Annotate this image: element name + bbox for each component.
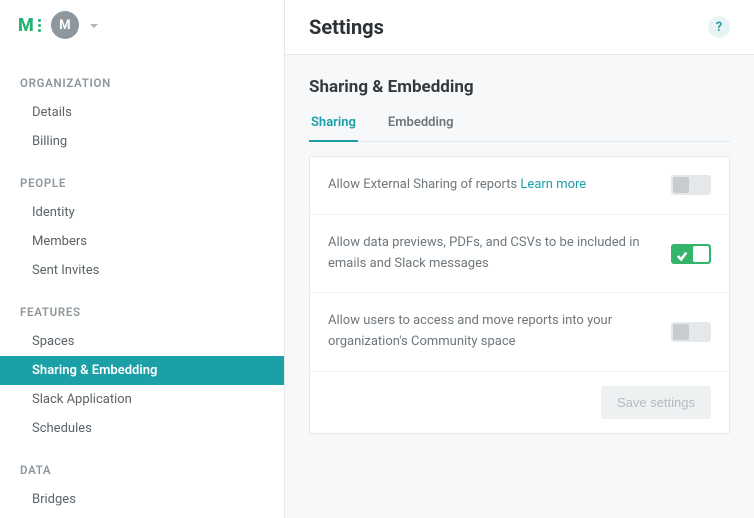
sidebar-item-sent-invites[interactable]: Sent Invites: [0, 256, 284, 285]
sidebar: M M ORGANIZATIONDetailsBilling PEOPLEIden…: [0, 0, 285, 518]
sidebar-item-data-sources[interactable]: Data Sources: [0, 514, 284, 518]
setting-community-space-toggle[interactable]: [671, 322, 711, 342]
toggle-knob: [673, 177, 689, 193]
app-logo[interactable]: M: [18, 15, 41, 36]
tabs: Sharing Embedding: [309, 115, 730, 142]
org-avatar[interactable]: M: [51, 11, 79, 39]
tab-sharing[interactable]: Sharing: [309, 115, 358, 142]
sidebar-item-schedules[interactable]: Schedules: [0, 414, 284, 443]
panel-footer: Save settings: [310, 371, 729, 433]
sidebar-item-details[interactable]: Details: [0, 98, 284, 127]
nav-group-title: ORGANIZATION: [0, 70, 284, 98]
save-button[interactable]: Save settings: [601, 386, 711, 419]
main-header: Settings ?: [285, 0, 754, 54]
learn-more-link[interactable]: Learn more: [520, 177, 586, 192]
sidebar-item-bridges[interactable]: Bridges: [0, 485, 284, 514]
sidebar-nav: ORGANIZATIONDetailsBilling PEOPLEIdentity…: [0, 50, 284, 518]
sidebar-item-slack-application[interactable]: Slack Application: [0, 385, 284, 414]
setting-label: Allow data previews, PDFs, and CSVs to b…: [328, 233, 648, 275]
setting-external-sharing-toggle[interactable]: [671, 175, 711, 195]
main-body: Sharing & Embedding Sharing Embedding All…: [285, 54, 754, 518]
setting-label: Allow External Sharing of reports Learn …: [328, 175, 586, 196]
main: Settings ? Sharing & Embedding Sharing Em…: [285, 0, 754, 518]
setting-community-space: Allow users to access and move reports i…: [310, 292, 729, 371]
sidebar-item-sharing-embedding[interactable]: Sharing & Embedding: [0, 356, 284, 385]
check-icon: [676, 247, 688, 266]
sidebar-item-billing[interactable]: Billing: [0, 127, 284, 156]
help-button[interactable]: ?: [708, 16, 730, 38]
setting-data-previews-toggle[interactable]: [671, 244, 711, 264]
section-title: Sharing & Embedding: [309, 77, 730, 97]
sidebar-item-members[interactable]: Members: [0, 227, 284, 256]
nav-group-title: PEOPLE: [0, 170, 284, 198]
settings-panel: Allow External Sharing of reports Learn …: [309, 156, 730, 434]
page-title: Settings: [309, 15, 384, 39]
sidebar-item-identity[interactable]: Identity: [0, 198, 284, 227]
toggle-knob: [673, 324, 689, 340]
nav-group-title: DATA: [0, 457, 284, 485]
setting-label: Allow users to access and move reports i…: [328, 311, 648, 353]
sidebar-item-spaces[interactable]: Spaces: [0, 327, 284, 356]
setting-external-sharing: Allow External Sharing of reports Learn …: [310, 157, 729, 214]
chevron-down-icon[interactable]: [89, 16, 99, 35]
tab-embedding[interactable]: Embedding: [386, 115, 456, 142]
setting-data-previews: Allow data previews, PDFs, and CSVs to b…: [310, 214, 729, 293]
nav-group-title: FEATURES: [0, 299, 284, 327]
toggle-knob: [693, 246, 709, 262]
sidebar-top: M M: [0, 0, 284, 50]
